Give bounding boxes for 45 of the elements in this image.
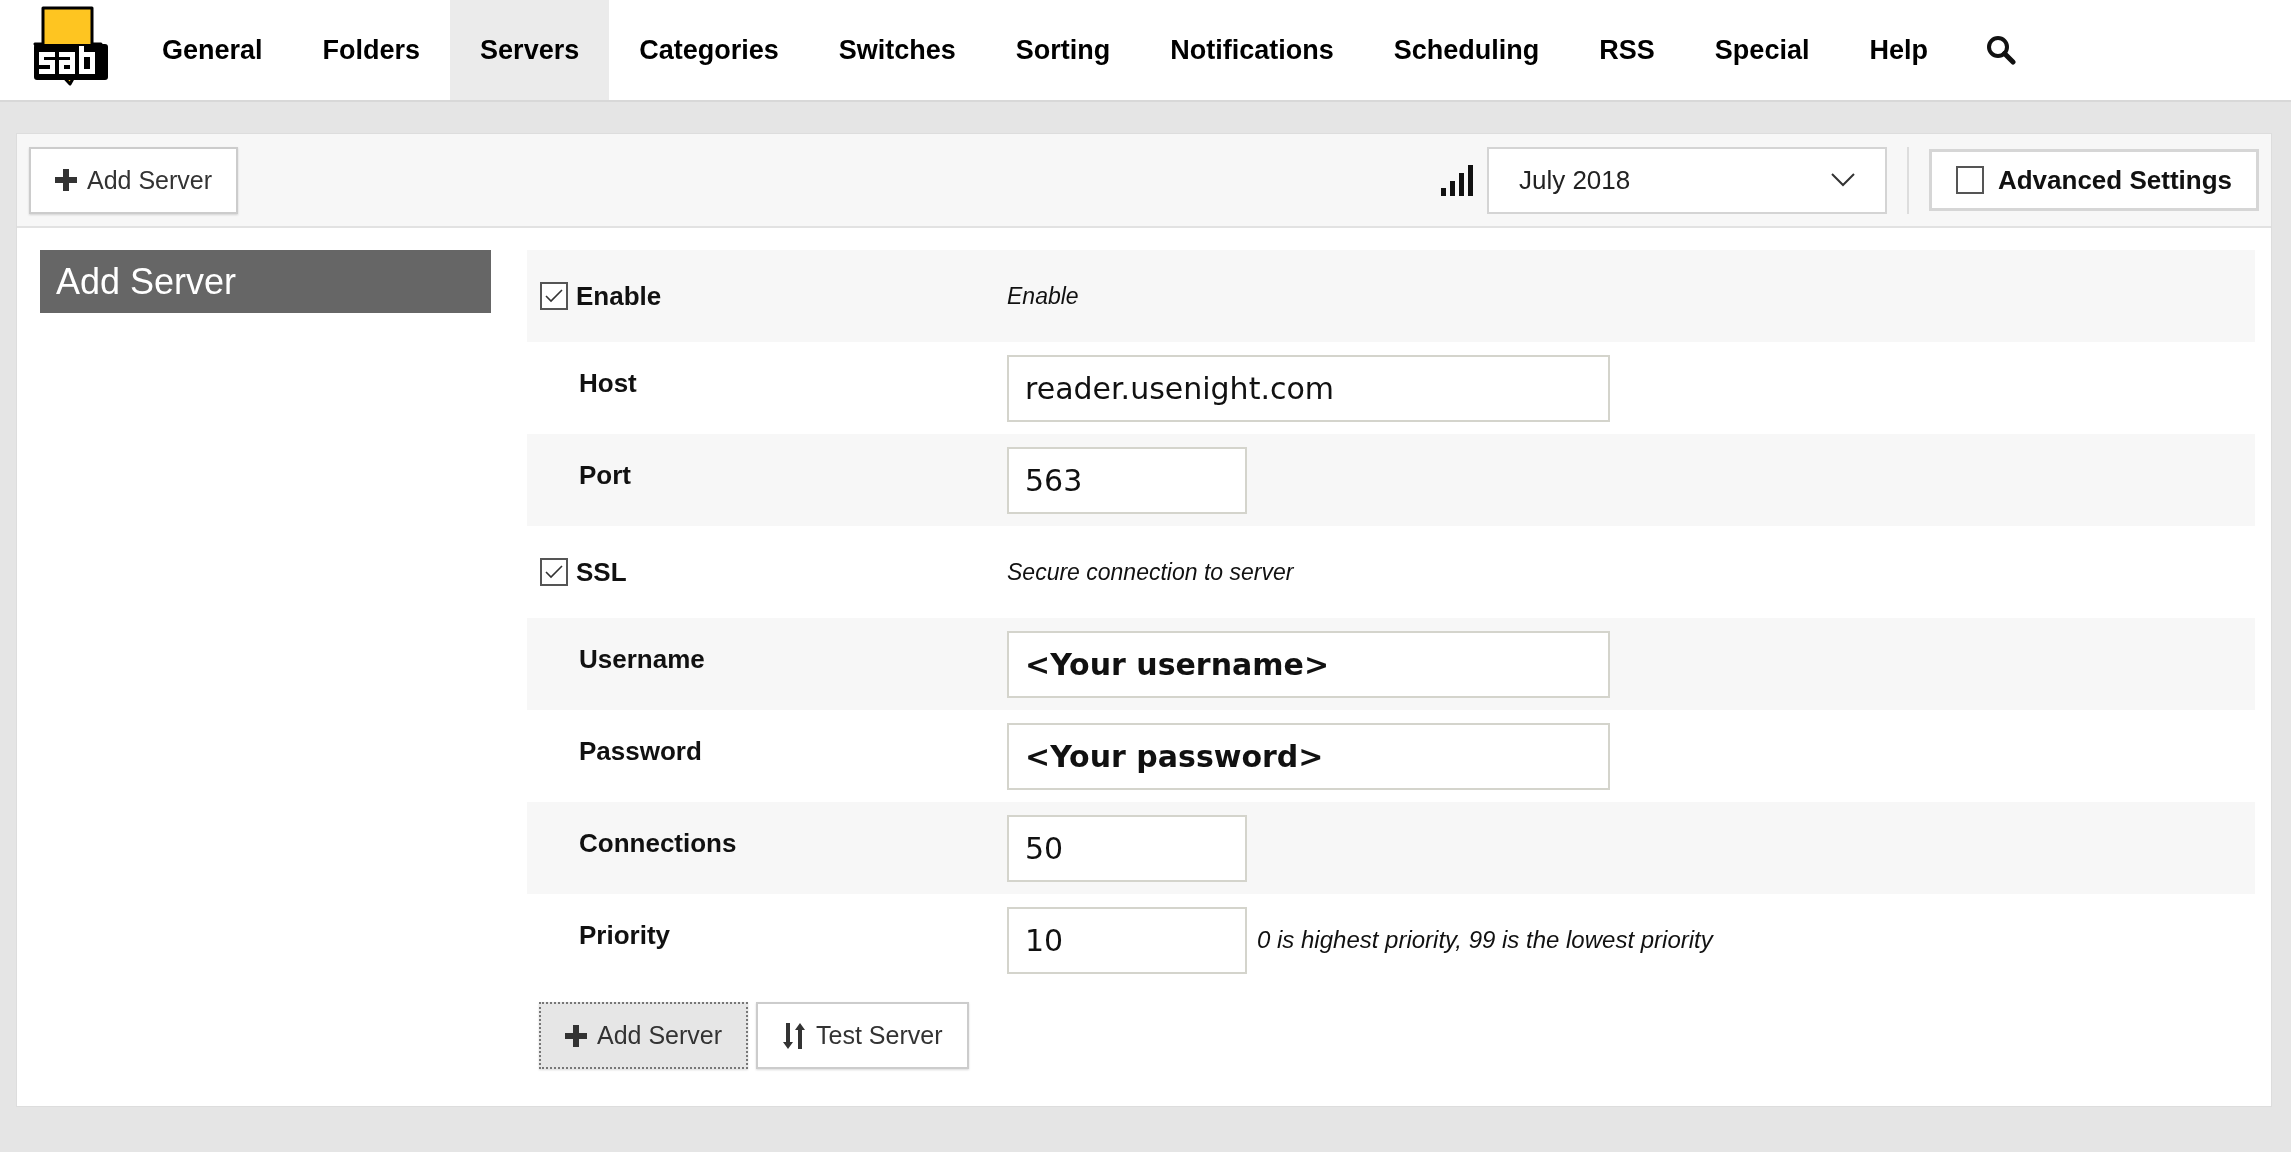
field-label: SSL bbox=[576, 556, 627, 588]
plus-icon bbox=[55, 169, 77, 191]
input-field[interactable]: 10 bbox=[1007, 906, 1247, 974]
check-icon bbox=[544, 564, 564, 580]
signal-bars-icon bbox=[1440, 164, 1473, 196]
nav-tab[interactable]: Special bbox=[1684, 0, 1840, 100]
add-server-button[interactable]: Add Server bbox=[539, 1002, 749, 1069]
field-description: Enable bbox=[1007, 282, 1079, 310]
chevron-down-icon bbox=[1830, 173, 1855, 187]
field-label: Priority bbox=[578, 919, 671, 951]
field-label: Connections bbox=[578, 827, 737, 859]
nav-tab[interactable]: RSS bbox=[1569, 0, 1685, 100]
add-server-button[interactable]: Add Server bbox=[29, 146, 239, 214]
check-icon bbox=[544, 288, 564, 304]
checkbox[interactable] bbox=[540, 282, 568, 310]
nav-tab[interactable]: Scheduling bbox=[1363, 0, 1570, 100]
nav-tab[interactable]: Notifications bbox=[1140, 0, 1364, 100]
plus-icon bbox=[565, 1024, 587, 1047]
test-server-button[interactable]: Test Server bbox=[756, 1002, 969, 1069]
field-label: Enable bbox=[576, 280, 662, 312]
input-field[interactable]: reader.usenight.com bbox=[1007, 354, 1610, 422]
nav-tab[interactable]: Categories bbox=[609, 0, 809, 100]
checkbox[interactable] bbox=[1955, 166, 1984, 194]
nav-tab[interactable]: Folders bbox=[292, 0, 451, 100]
version-select[interactable]: July 2018 bbox=[1486, 146, 1887, 214]
nav-tab[interactable]: Help bbox=[1839, 0, 1958, 100]
input-field[interactable]: 563 bbox=[1007, 446, 1247, 514]
nav-tab[interactable]: Switches bbox=[808, 0, 986, 100]
field-hint: 0 is highest priority, 99 is the lowest priority bbox=[1257, 926, 1713, 954]
field-label: Port bbox=[578, 459, 631, 491]
nav-tab[interactable]: Sorting bbox=[985, 0, 1141, 100]
input-field[interactable]: <Your username> bbox=[1007, 630, 1610, 698]
field-description: Secure connection to server bbox=[1007, 558, 1294, 586]
input-field[interactable]: 50 bbox=[1007, 814, 1247, 882]
field-label: Username bbox=[578, 643, 705, 675]
nav-tab[interactable]: Servers bbox=[450, 0, 610, 100]
advanced-settings-toggle[interactable]: Advanced Settings bbox=[1928, 149, 2259, 211]
sidebar-title: Add Server bbox=[40, 250, 491, 313]
search-icon[interactable] bbox=[1985, 35, 2016, 65]
checkbox[interactable] bbox=[540, 558, 568, 586]
sort-arrows-icon bbox=[782, 1022, 807, 1049]
field-label: Host bbox=[578, 367, 637, 399]
nav-tab[interactable]: General bbox=[132, 0, 293, 100]
input-field[interactable]: <Your password> bbox=[1007, 722, 1610, 790]
field-label: Password bbox=[578, 735, 702, 767]
